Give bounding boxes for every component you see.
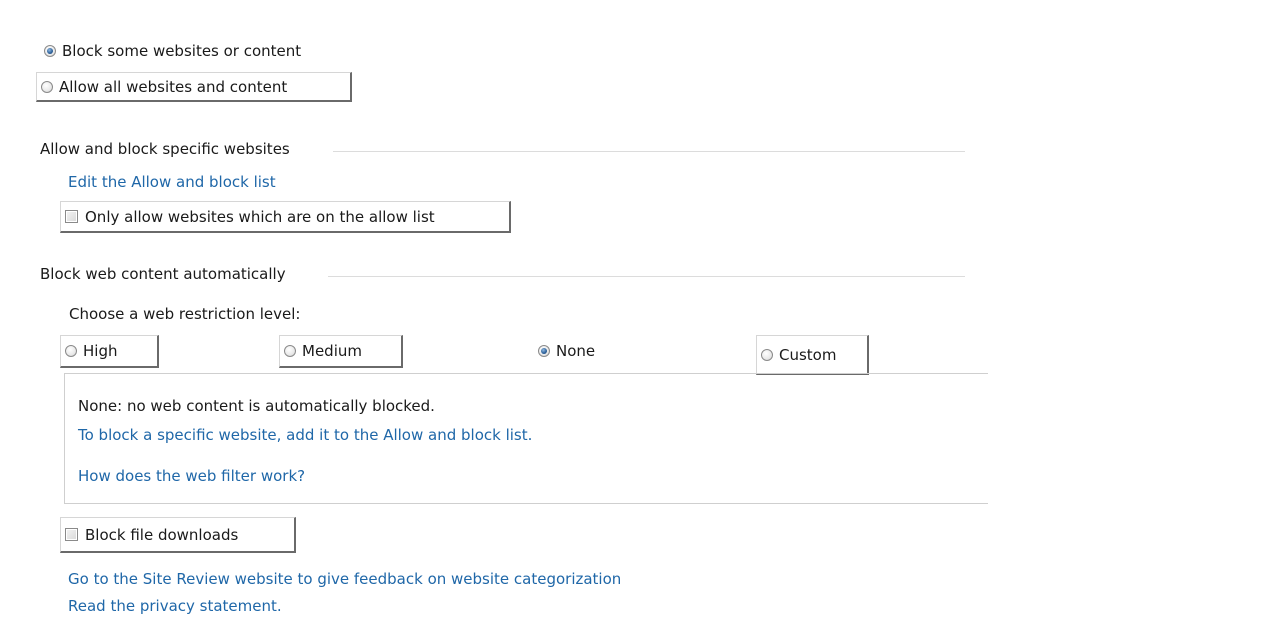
edit-allow-block-link[interactable]: Edit the Allow and block list bbox=[68, 173, 276, 191]
block-some-label: Block some websites or content bbox=[62, 42, 302, 60]
block-specific-site-link[interactable]: To block a specific website, add it to t… bbox=[78, 426, 532, 444]
checkbox-icon bbox=[65, 210, 78, 223]
block-some-radio[interactable]: Block some websites or content bbox=[40, 36, 301, 66]
level-none-label: None bbox=[556, 342, 596, 360]
allow-all-radio[interactable]: Allow all websites and content bbox=[36, 72, 352, 102]
level-none-radio[interactable]: None bbox=[534, 336, 624, 366]
level-description: None: no web content is automatically bl… bbox=[78, 397, 435, 415]
level-high-radio[interactable]: High bbox=[60, 335, 159, 368]
radio-unselected-icon bbox=[761, 348, 773, 361]
radio-unselected-icon bbox=[284, 345, 296, 357]
only-allow-label: Only allow websites which are on the all… bbox=[85, 207, 435, 226]
section-divider bbox=[328, 276, 965, 277]
level-custom-radio[interactable]: Custom bbox=[756, 335, 869, 375]
radio-unselected-icon bbox=[41, 80, 53, 93]
level-medium-radio[interactable]: Medium bbox=[279, 335, 403, 368]
level-custom-label: Custom bbox=[779, 345, 837, 364]
allow-all-label: Allow all websites and content bbox=[59, 77, 288, 96]
restriction-prompt: Choose a web restriction level: bbox=[69, 305, 301, 323]
auto-block-heading: Block web content automatically bbox=[40, 265, 286, 283]
radio-unselected-icon bbox=[65, 345, 77, 357]
radio-selected-icon bbox=[538, 345, 550, 357]
checkbox-icon bbox=[65, 528, 78, 541]
level-medium-label: Medium bbox=[302, 342, 362, 360]
only-allow-checkbox[interactable]: Only allow websites which are on the all… bbox=[60, 201, 511, 233]
level-high-label: High bbox=[83, 342, 118, 360]
block-downloads-label: Block file downloads bbox=[85, 525, 239, 544]
radio-selected-icon bbox=[44, 45, 56, 57]
privacy-statement-link[interactable]: Read the privacy statement. bbox=[68, 597, 282, 615]
allow-block-heading: Allow and block specific websites bbox=[40, 140, 290, 158]
web-filter-help-link[interactable]: How does the web filter work? bbox=[78, 467, 305, 485]
section-divider bbox=[333, 151, 965, 152]
block-downloads-checkbox[interactable]: Block file downloads bbox=[60, 517, 296, 553]
site-review-link[interactable]: Go to the Site Review website to give fe… bbox=[68, 570, 621, 588]
